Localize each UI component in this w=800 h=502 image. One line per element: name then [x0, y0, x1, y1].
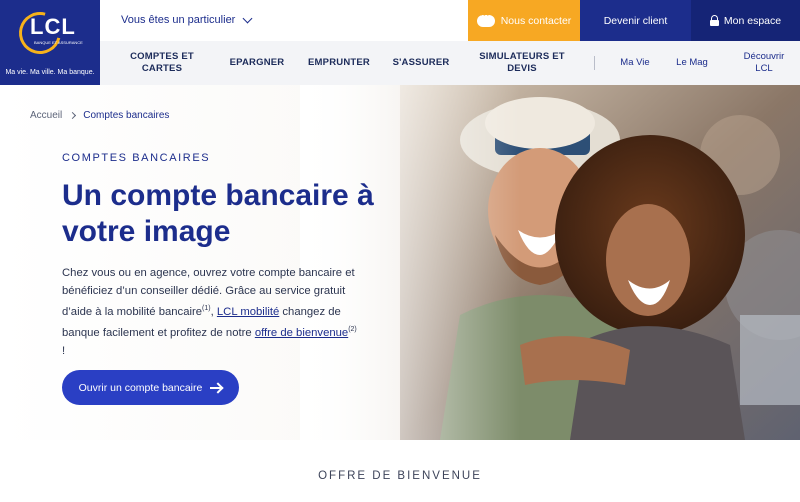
- nav-simulateurs-devis[interactable]: SIMULATEURS ET DEVIS: [472, 41, 572, 85]
- contact-label: Nous contacter: [500, 14, 572, 27]
- lcl-logo[interactable]: LCL BANQUE ET ASSURANCE Ma vie. Ma ville…: [0, 0, 100, 85]
- my-space-label: Mon espace: [723, 14, 782, 27]
- nav-le-mag[interactable]: Le Mag: [674, 41, 710, 85]
- nav-decouvrir-lcl[interactable]: Découvrir LCL: [736, 41, 792, 85]
- nav-emprunter[interactable]: EMPRUNTER: [302, 41, 376, 85]
- chevron-right-icon: [69, 111, 77, 120]
- offre-bienvenue-link[interactable]: offre de bienvenue: [255, 327, 348, 339]
- chevron-down-icon: [242, 13, 253, 23]
- hero-eyebrow: COMPTES BANCAIRES: [62, 152, 211, 164]
- hero-fade-overlay: [300, 85, 520, 440]
- hero-text-4: !: [62, 344, 66, 357]
- lock-icon: [709, 15, 719, 26]
- open-account-label: Ouvrir un compte bancaire: [78, 381, 203, 394]
- audience-label: Vous êtes un particulier: [121, 14, 236, 26]
- logo-slogan: Ma vie. Ma ville. Ma banque.: [5, 69, 95, 76]
- nav-comptes-cartes[interactable]: COMPTES ET CARTES: [120, 41, 204, 85]
- footnote-2: (2): [348, 326, 357, 334]
- breadcrumb-current: Comptes bancaires: [83, 110, 170, 121]
- nav-epargner[interactable]: EPARGNER: [224, 41, 290, 85]
- breadcrumb: Accueil Comptes bancaires: [30, 110, 169, 121]
- hero-section: Accueil Comptes bancaires COMPTES BANCAI…: [0, 85, 800, 440]
- nav-sassurer[interactable]: S'ASSURER: [388, 41, 454, 85]
- footnote-1: (1): [202, 305, 211, 312]
- nav-divider: [594, 56, 595, 70]
- logo-subtitle: BANQUE ET ASSURANCE: [34, 40, 83, 45]
- chat-bubble-icon: [476, 10, 495, 27]
- section-title-offre: OFFRE DE BIENVENUE: [318, 470, 482, 482]
- become-client-button[interactable]: Devenir client: [580, 0, 691, 41]
- contact-button[interactable]: Nous contacter: [468, 0, 580, 41]
- my-space-button[interactable]: Mon espace: [691, 0, 800, 41]
- arrow-right-icon: [210, 386, 223, 389]
- nav-ma-vie[interactable]: Ma Vie: [618, 41, 652, 85]
- hero-description: Chez vous ou en agence, ouvrez votre com…: [62, 265, 362, 360]
- lcl-mobilite-link[interactable]: LCL mobilité: [217, 306, 279, 318]
- open-account-button[interactable]: Ouvrir un compte bancaire: [62, 370, 239, 405]
- audience-selector[interactable]: Vous êtes un particulier: [121, 13, 253, 26]
- top-bar: Vous êtes un particulier Nous contacter …: [100, 0, 800, 41]
- page-title: Un compte bancaire à votre image: [62, 179, 374, 248]
- breadcrumb-home[interactable]: Accueil: [30, 110, 62, 121]
- main-nav: COMPTES ET CARTES EPARGNER EMPRUNTER S'A…: [100, 41, 800, 85]
- become-client-label: Devenir client: [603, 14, 668, 27]
- logo-brand: LCL: [30, 14, 76, 39]
